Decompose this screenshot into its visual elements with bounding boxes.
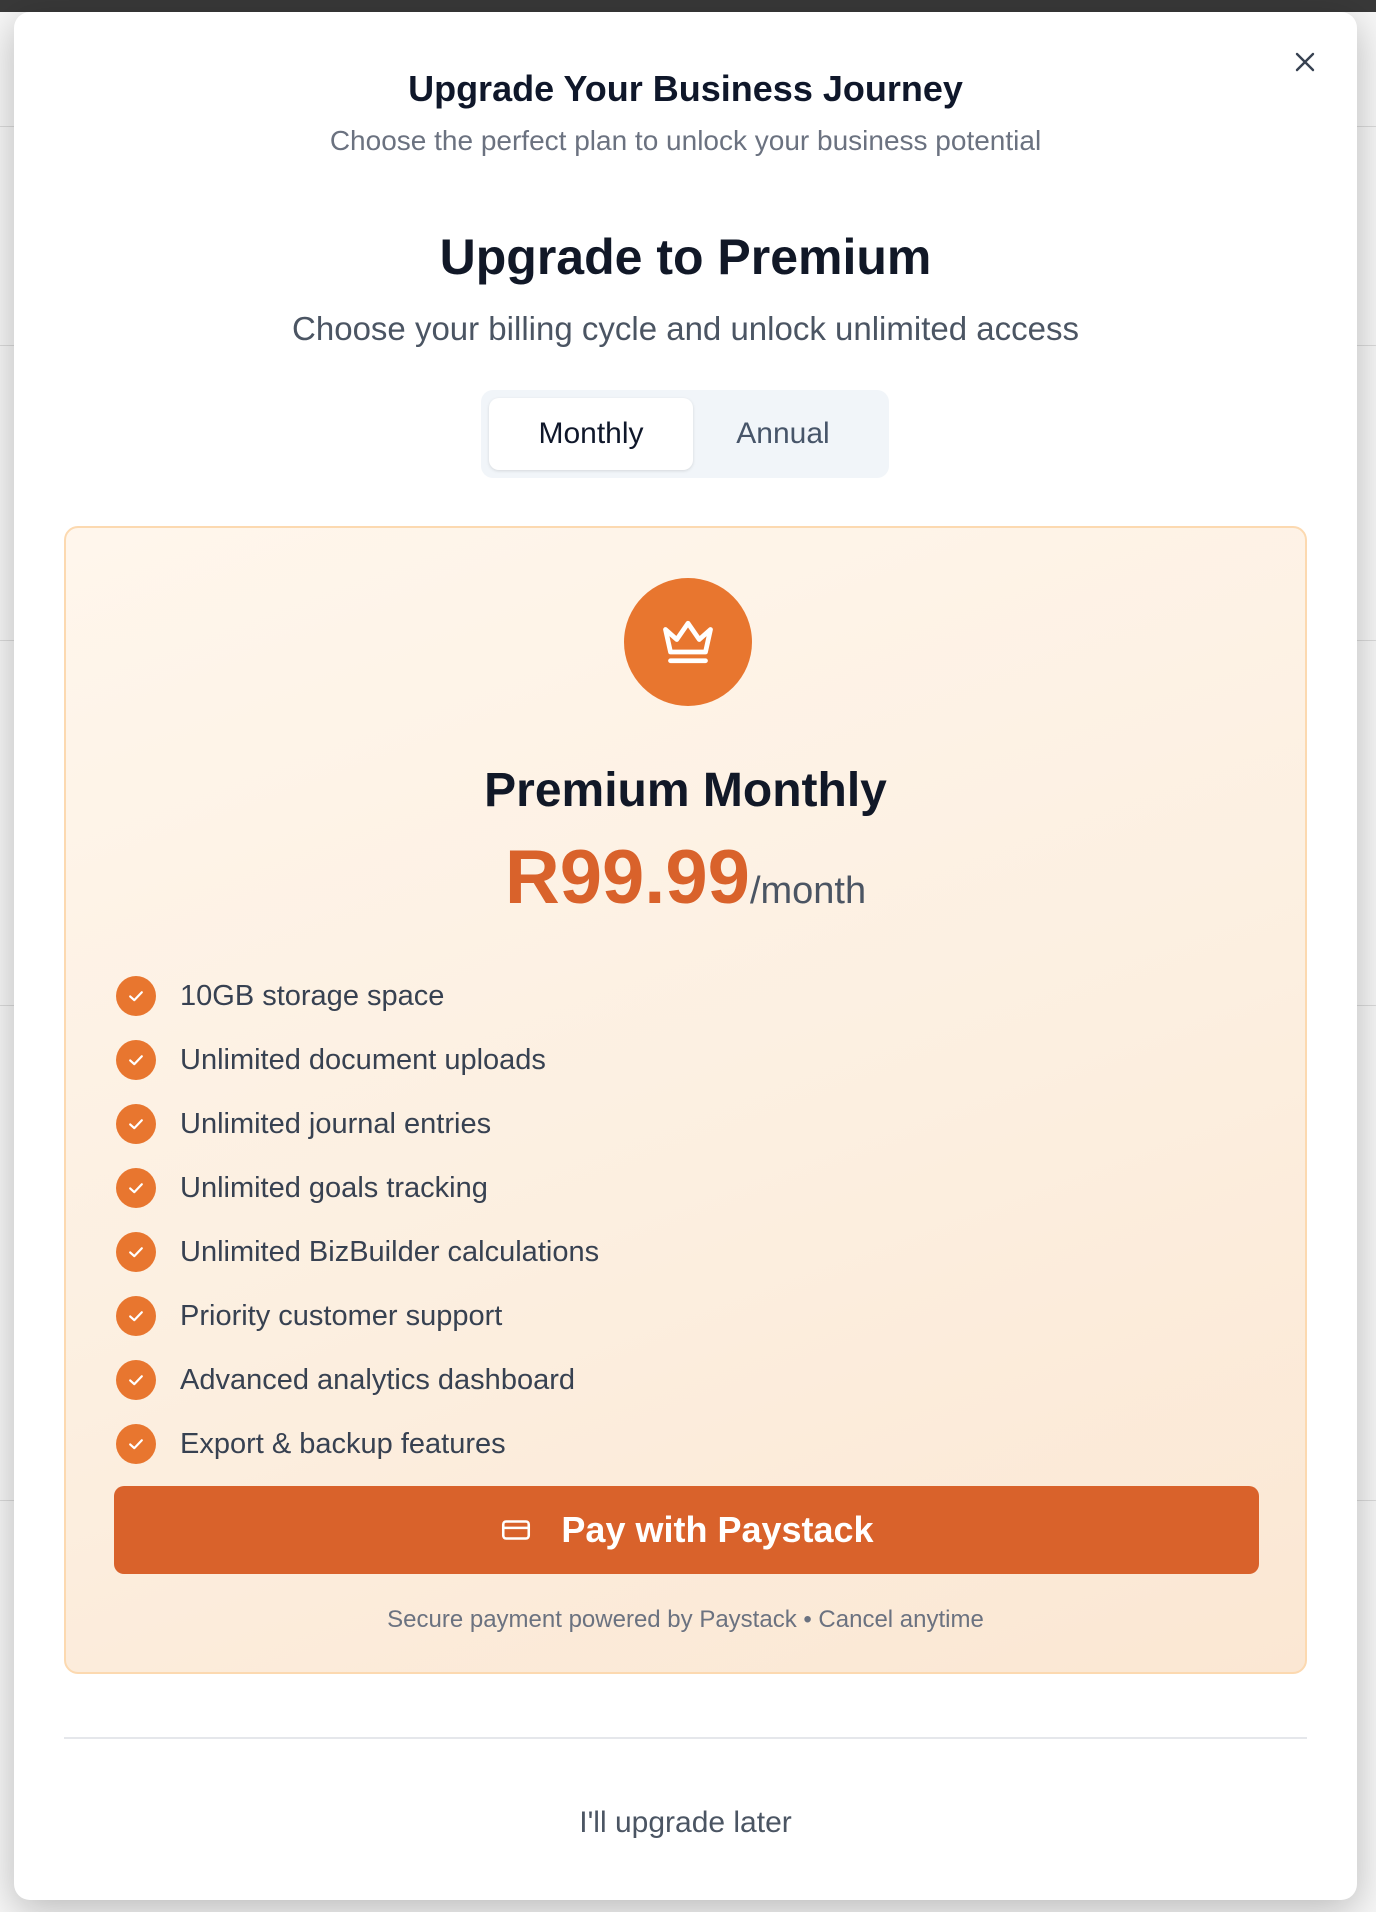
feature-label: Unlimited journal entries <box>180 1107 492 1140</box>
upgrade-subtitle: Choose your billing cycle and unlock unl… <box>292 310 1079 347</box>
feature-item: Priority customer support <box>116 1284 599 1348</box>
feature-label: Export & backup features <box>180 1427 506 1460</box>
billing-option-monthly[interactable]: Monthly <box>489 398 693 470</box>
feature-item: Unlimited goals tracking <box>116 1156 599 1220</box>
feature-label: Unlimited goals tracking <box>180 1171 488 1204</box>
feature-item: Advanced analytics dashboard <box>116 1348 599 1412</box>
feature-list: 10GB storage space Unlimited document up… <box>116 964 599 1476</box>
billing-option-annual[interactable]: Annual <box>681 398 885 470</box>
feature-item: Unlimited BizBuilder calculations <box>116 1220 599 1284</box>
plan-icon-badge <box>624 578 752 706</box>
price-amount: R99.99 <box>504 835 750 920</box>
footer-divider <box>64 1737 1307 1739</box>
check-icon <box>116 1168 156 1208</box>
credit-card-icon <box>502 1520 531 1540</box>
billing-cycle-toggle: Monthly Annual <box>481 390 889 478</box>
modal-title: Upgrade Your Business Journey <box>408 68 963 109</box>
plan-name: Premium Monthly <box>484 764 887 817</box>
feature-label: 10GB storage space <box>180 979 445 1012</box>
check-icon <box>116 1360 156 1400</box>
crown-icon <box>663 620 713 664</box>
check-icon <box>116 1232 156 1272</box>
plan-price: R99.99/month <box>66 834 1305 921</box>
feature-label: Priority customer support <box>180 1299 503 1332</box>
upgrade-modal: Upgrade Your Business Journey Choose the… <box>14 12 1357 1900</box>
feature-label: Unlimited document uploads <box>180 1043 546 1076</box>
check-icon <box>116 1104 156 1144</box>
plan-card: Premium Monthly R99.99/month 10GB storag… <box>64 526 1307 1674</box>
feature-label: Advanced analytics dashboard <box>180 1363 575 1396</box>
upgrade-later-button[interactable]: I'll upgrade later <box>14 1806 1357 1840</box>
check-icon <box>116 1424 156 1464</box>
feature-item: Unlimited document uploads <box>116 1028 599 1092</box>
check-icon <box>116 1040 156 1080</box>
check-icon <box>116 1296 156 1336</box>
check-icon <box>116 976 156 1016</box>
feature-item: 10GB storage space <box>116 964 599 1028</box>
pay-button-label: Pay with Paystack <box>561 1509 874 1550</box>
feature-label: Unlimited BizBuilder calculations <box>180 1235 600 1268</box>
secure-payment-note: Secure payment powered by Paystack • Can… <box>387 1606 984 1633</box>
modal-subtitle: Choose the perfect plan to unlock your b… <box>329 125 1042 156</box>
feature-item: Export & backup features <box>116 1412 599 1476</box>
price-period: /month <box>749 870 867 912</box>
feature-item: Unlimited journal entries <box>116 1092 599 1156</box>
pay-with-paystack-button[interactable]: Pay with Paystack <box>114 1486 1259 1574</box>
upgrade-title: Upgrade to Premium <box>439 229 932 285</box>
